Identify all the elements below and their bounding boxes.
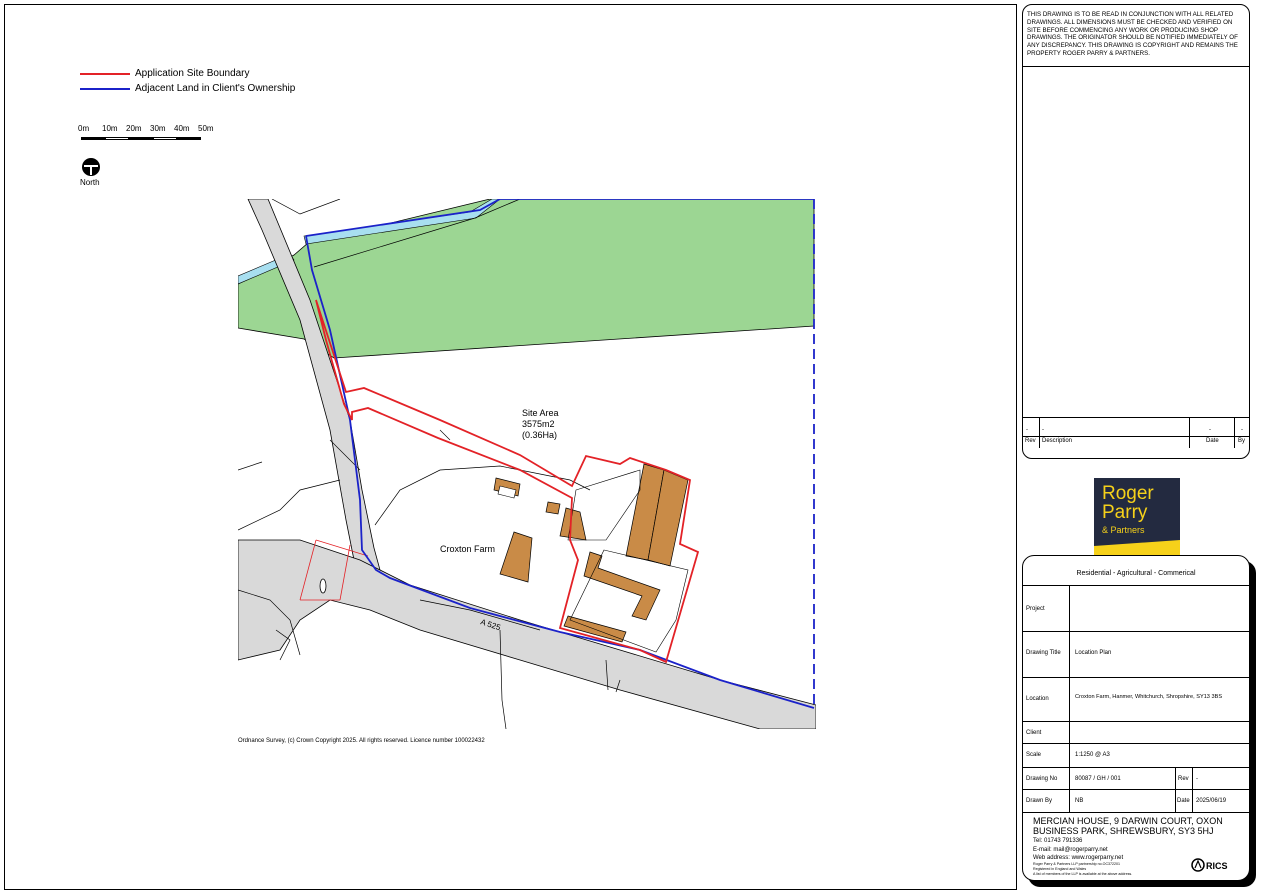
drawing-no-label: Drawing No (1026, 776, 1058, 782)
site-area-title: Site Area (522, 408, 559, 418)
rev-label: Rev (1178, 776, 1189, 782)
scale-label: 0m (78, 124, 90, 133)
field-boundary-line (271, 199, 341, 215)
legal-notes: Roger Parry & Partners LLP partnership n… (1033, 862, 1132, 876)
contact-details: Tel: 01743 791336 E-mail: mail@rogerparr… (1033, 837, 1123, 863)
farm-boundary-line (374, 465, 591, 526)
drawing-title-label: Drawing Title (1026, 650, 1061, 656)
legend-red-line (80, 72, 130, 75)
address-line-2: BUSINESS PARK, SHREWSBURY, SY3 5HJ (1033, 826, 1214, 836)
rev-header: Rev (1025, 438, 1036, 444)
scale-label: 50m (198, 124, 214, 133)
drawing-no-value: 80087 / GH / 001 (1075, 776, 1121, 782)
scale-label: 40m (174, 124, 190, 133)
legal-line: A list of members of the LLP is availabl… (1033, 871, 1133, 876)
by-cell: - (1241, 427, 1243, 433)
date-value: 2025/06/19 (1196, 798, 1227, 804)
legend-boundary-label: Application Site Boundary (135, 68, 250, 79)
address-line-1: MERCIAN HOUSE, 9 DARWIN COURT, OXON (1033, 816, 1223, 826)
site-area-ha: (0.36Ha) (522, 430, 557, 440)
drawing-no-row: Drawing No 80087 / GH / 001 Rev - (1023, 768, 1249, 790)
project-row: Project (1023, 586, 1249, 632)
rev-cell: - (1026, 427, 1028, 433)
scale-row: Scale 1:1250 @ A3 (1023, 744, 1249, 768)
drawn-by-row: Drawn By NB Date 2025/06/19 (1023, 790, 1249, 813)
location-value: Croxton Farm, Hanmer, Whitchurch, Shrops… (1075, 694, 1223, 700)
scale-segment (81, 137, 105, 140)
north-label: North (80, 178, 100, 187)
drawn-by-label: Drawn By (1026, 798, 1053, 804)
legend-blue-line (80, 87, 130, 90)
legend-ownership-label: Adjacent Land in Client's Ownership (135, 83, 296, 94)
logo-text-parry: Parry (1102, 502, 1148, 523)
traffic-island (319, 578, 327, 594)
scale-label: Scale (1026, 752, 1042, 758)
logo-text-roger: Roger (1102, 483, 1154, 504)
drawing-title-value: Location Plan (1075, 650, 1112, 656)
telephone: Tel: 01743 791336 (1033, 838, 1083, 844)
location-map: Site Area 3575m2 (0.36Ha) Croxton Farm A… (238, 199, 816, 729)
rics-emblem-icon (1191, 858, 1205, 872)
scale-label: 10m (102, 124, 118, 133)
date-header: Date (1206, 438, 1219, 444)
tagline: Residential - Agricultural - Commerical (1076, 570, 1196, 577)
legend-item-boundary: Application Site Boundary (80, 68, 250, 79)
scale-label: 30m (150, 124, 166, 133)
client-label: Client (1026, 730, 1042, 736)
scale-value: 1:1250 @ A3 (1075, 752, 1110, 758)
revision-table: - - - - Rev Description Date By (1023, 417, 1249, 448)
location-label: Location (1026, 696, 1049, 702)
notes-panel: THIS DRAWING IS TO BE READ IN CONJUNCTIO… (1022, 4, 1250, 459)
scale-segment (129, 137, 153, 140)
site-area-m2: 3575m2 (522, 419, 555, 429)
email: E-mail: mail@rogerparry.net (1033, 846, 1108, 853)
logo-text-partners: & Partners (1102, 525, 1145, 535)
scale-segment (105, 137, 129, 140)
rev-value: - (1196, 776, 1198, 782)
legend-item-ownership: Adjacent Land in Client's Ownership (80, 83, 295, 94)
scale-segment (153, 137, 177, 140)
scale-label: 20m (126, 124, 142, 133)
rics-logo-text: RICS (1206, 861, 1228, 871)
by-header: By (1238, 438, 1246, 444)
title-block: Residential - Agricultural - Commerical … (1022, 555, 1250, 881)
client-row: Client (1023, 722, 1249, 744)
company-logo: Roger Parry & Partners (1094, 478, 1180, 564)
scale-segment (177, 137, 201, 140)
north-arrow-icon (82, 158, 100, 176)
date-label: Date (1177, 798, 1190, 804)
tagline-row: Residential - Agricultural - Commerical (1023, 556, 1249, 586)
description-cell: - (1042, 427, 1044, 433)
drawing-title-row: Drawing Title Location Plan (1023, 632, 1249, 678)
company-address: MERCIAN HOUSE, 9 DARWIN COURT, OXON BUSI… (1033, 816, 1223, 836)
drawn-by-value: NB (1075, 798, 1084, 804)
farm-buildings (493, 463, 689, 643)
date-cell: - (1209, 427, 1211, 433)
drawing-notes: THIS DRAWING IS TO BE READ IN CONJUNCTIO… (1027, 11, 1238, 57)
location-row: Location Croxton Farm, Hanmer, Whitchurc… (1023, 678, 1249, 722)
farm-label: Croxton Farm (440, 544, 495, 554)
os-copyright: Ordnance Survey, (c) Crown Copyright 202… (238, 738, 485, 744)
divider (1023, 66, 1249, 67)
project-label: Project (1026, 606, 1045, 612)
description-header: Description (1042, 438, 1073, 444)
